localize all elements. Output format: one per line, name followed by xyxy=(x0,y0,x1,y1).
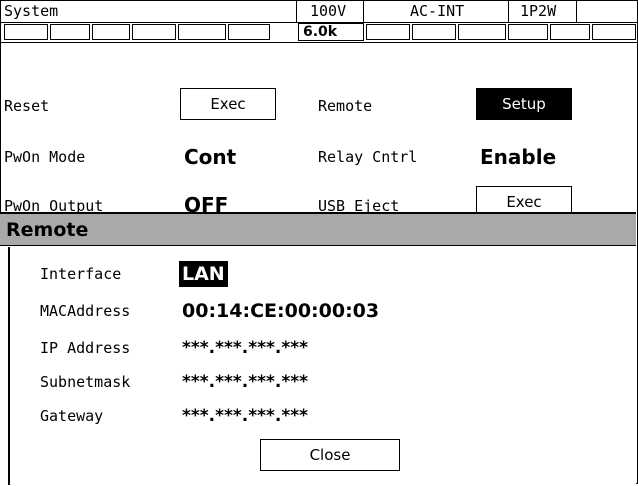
screen-title: System xyxy=(4,2,59,20)
interface-value[interactable]: LAN xyxy=(179,261,228,287)
frequency-indicator: 6.0k xyxy=(298,23,364,41)
dialog-body: Interface LAN MACAddress 00:14:CE:00:00:… xyxy=(8,247,636,485)
status-bar: System 100V AC-INT 1P2W xyxy=(0,0,638,23)
indicator-box xyxy=(366,24,410,40)
remote-label: Remote xyxy=(318,97,373,115)
signal-source: AC-INT xyxy=(410,2,465,20)
reset-label: Reset xyxy=(4,97,50,115)
indicator-box xyxy=(412,24,456,40)
gateway-value[interactable]: ***.***.***.*** xyxy=(182,403,308,429)
indicator-box xyxy=(592,24,636,40)
reset-exec-button[interactable]: Exec xyxy=(180,88,276,120)
relay-control-value[interactable]: Enable xyxy=(480,145,556,169)
divider xyxy=(296,0,297,22)
divider xyxy=(508,0,509,22)
voltage-range: 100V xyxy=(310,2,347,20)
mac-address-value: 00:14:CE:00:00:03 xyxy=(182,300,380,322)
pwon-mode-value[interactable]: Cont xyxy=(184,145,236,169)
interface-label: Interface xyxy=(40,265,122,283)
subnet-mask-value[interactable]: ***.***.***.*** xyxy=(182,369,308,395)
gateway-label: Gateway xyxy=(40,407,104,425)
indicator-box xyxy=(4,24,48,40)
indicator-box xyxy=(178,24,226,40)
remote-setup-button[interactable]: Setup xyxy=(476,88,572,120)
divider xyxy=(576,0,577,22)
ip-address-label: IP Address xyxy=(40,339,131,357)
indicator-box xyxy=(508,24,548,40)
indicator-box xyxy=(50,24,90,40)
relay-control-label: Relay Cntrl xyxy=(318,148,418,166)
remote-dialog: Remote Interface LAN MACAddress 00:14:CE… xyxy=(0,212,636,486)
indicator-box xyxy=(132,24,176,40)
wiring-mode: 1P2W xyxy=(520,2,557,20)
close-button[interactable]: Close xyxy=(260,439,400,471)
ip-address-value[interactable]: ***.***.***.*** xyxy=(182,335,308,361)
indicator-box xyxy=(228,24,270,40)
dialog-title: Remote xyxy=(0,214,636,246)
pwon-mode-label: PwOn Mode xyxy=(4,148,86,166)
indicator-box xyxy=(550,24,590,40)
subnet-mask-label: Subnetmask xyxy=(40,373,131,391)
mac-address-label: MACAddress xyxy=(40,302,131,320)
indicator-row: 6.0k xyxy=(0,22,638,43)
divider xyxy=(363,0,364,22)
indicator-box xyxy=(92,24,130,40)
indicator-box xyxy=(458,24,506,40)
